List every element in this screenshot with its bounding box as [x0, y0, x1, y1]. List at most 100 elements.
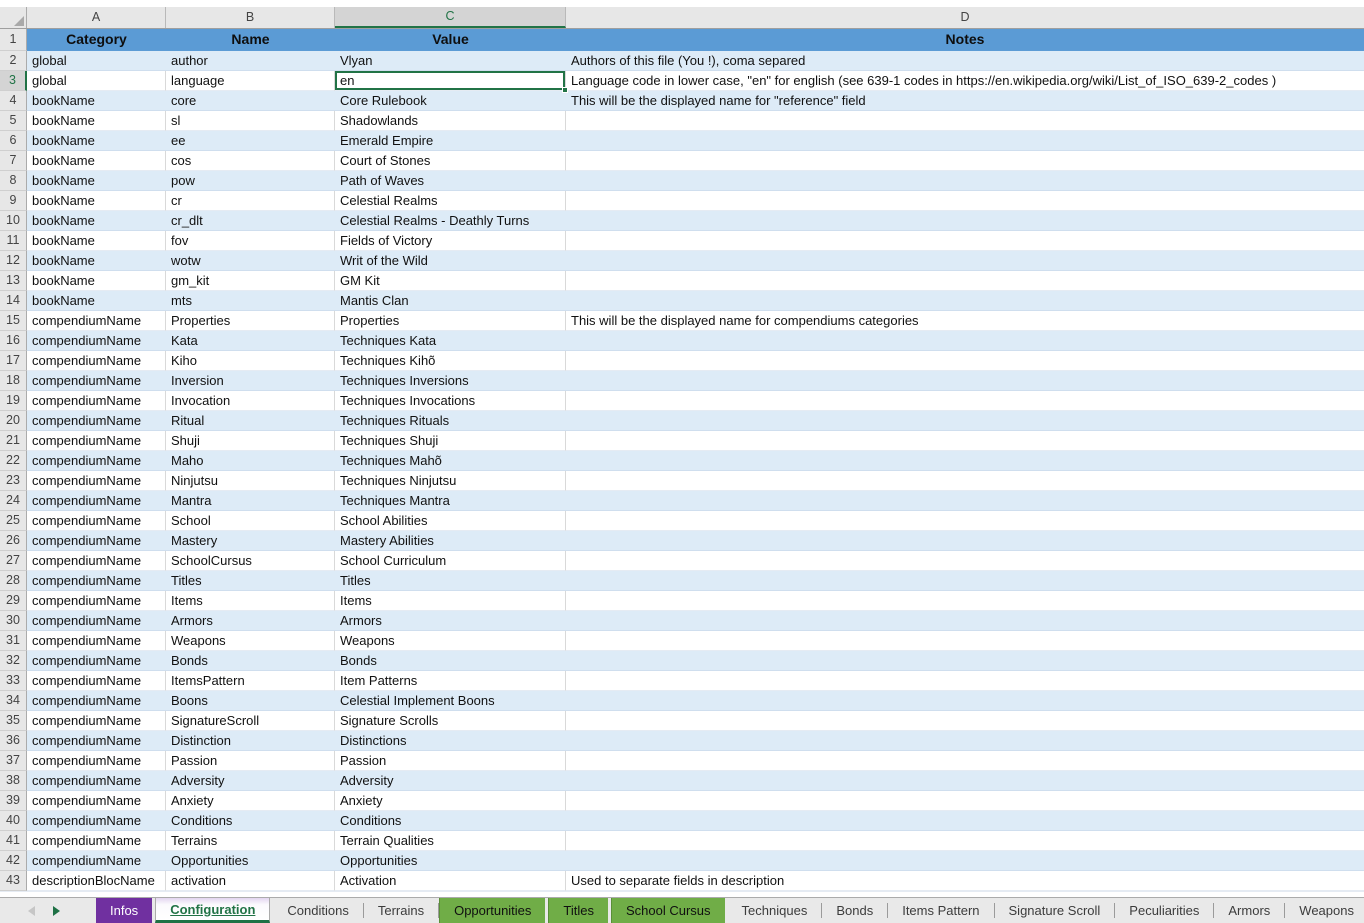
cell-name[interactable]: ItemsPattern	[166, 671, 335, 691]
row-header[interactable]: 41	[0, 831, 27, 851]
row-header[interactable]: 25	[0, 511, 27, 531]
cell-category[interactable]: compendiumName	[27, 791, 166, 811]
row-header[interactable]: 38	[0, 771, 27, 791]
cell-category[interactable]: compendiumName	[27, 811, 166, 831]
fill-handle[interactable]	[562, 87, 568, 93]
cell-category[interactable]: compendiumName	[27, 671, 166, 691]
header-cell-notes[interactable]: Notes	[566, 29, 1364, 51]
cell-name[interactable]: language	[166, 71, 335, 91]
cell-value[interactable]: Mantis Clan	[335, 291, 566, 311]
cell-name[interactable]: Conditions	[166, 811, 335, 831]
cell-notes[interactable]	[566, 351, 1364, 371]
cell-name[interactable]: School	[166, 511, 335, 531]
cell-category[interactable]: compendiumName	[27, 371, 166, 391]
cell-value[interactable]: Celestial Implement Boons	[335, 691, 566, 711]
cell-notes[interactable]	[566, 291, 1364, 311]
cell-value[interactable]: Writ of the Wild	[335, 251, 566, 271]
cell-category[interactable]: compendiumName	[27, 691, 166, 711]
row-header[interactable]: 30	[0, 611, 27, 631]
cell-category[interactable]: bookName	[27, 271, 166, 291]
sheet-tab-configuration[interactable]: Configuration	[155, 898, 270, 923]
cell-notes[interactable]	[566, 531, 1364, 551]
cell-notes[interactable]: Authors of this file (You !), coma separ…	[566, 51, 1364, 71]
cell-name[interactable]: Maho	[166, 451, 335, 471]
row-header[interactable]: 29	[0, 591, 27, 611]
row-header[interactable]: 5	[0, 111, 27, 131]
cell-name[interactable]: Shuji	[166, 431, 335, 451]
cell-value[interactable]: Properties	[335, 311, 566, 331]
row-header[interactable]: 43	[0, 871, 27, 891]
row-header[interactable]: 2	[0, 51, 27, 71]
sheet-tab-bonds[interactable]: Bonds	[822, 898, 887, 923]
cell-value[interactable]: Mastery Abilities	[335, 531, 566, 551]
column-header-c[interactable]: C	[335, 7, 566, 28]
cell-value[interactable]: Adversity	[335, 771, 566, 791]
cell-name[interactable]: Distinction	[166, 731, 335, 751]
cell-name[interactable]: Titles	[166, 571, 335, 591]
cell-notes[interactable]	[566, 111, 1364, 131]
cell-notes[interactable]	[566, 791, 1364, 811]
cell-name[interactable]: core	[166, 91, 335, 111]
cell-name[interactable]: cos	[166, 151, 335, 171]
row-header[interactable]: 33	[0, 671, 27, 691]
row-header[interactable]: 39	[0, 791, 27, 811]
cell-notes[interactable]	[566, 191, 1364, 211]
header-cell-name[interactable]: Name	[166, 29, 335, 51]
row-header[interactable]: 37	[0, 751, 27, 771]
row-header[interactable]: 32	[0, 651, 27, 671]
row-header[interactable]: 10	[0, 211, 27, 231]
cell-value[interactable]: Anxiety	[335, 791, 566, 811]
cell-value[interactable]: Path of Waves	[335, 171, 566, 191]
cell-category[interactable]: bookName	[27, 251, 166, 271]
cell-value[interactable]: Activation	[335, 871, 566, 891]
cell-notes[interactable]	[566, 511, 1364, 531]
cell-value[interactable]: Emerald Empire	[335, 131, 566, 151]
cell-category[interactable]: bookName	[27, 151, 166, 171]
cell-category[interactable]: bookName	[27, 91, 166, 111]
row-header[interactable]: 3	[0, 71, 27, 91]
cell-name[interactable]: SignatureScroll	[166, 711, 335, 731]
cell-notes[interactable]	[566, 731, 1364, 751]
cell-notes[interactable]	[566, 211, 1364, 231]
cell-notes[interactable]: Language code in lower case, "en" for en…	[566, 71, 1364, 91]
cell-notes[interactable]	[566, 331, 1364, 351]
cell-value[interactable]: Distinctions	[335, 731, 566, 751]
cell-notes[interactable]	[566, 771, 1364, 791]
cell-name[interactable]: Adversity	[166, 771, 335, 791]
cell-notes[interactable]	[566, 251, 1364, 271]
cell-name[interactable]: Passion	[166, 751, 335, 771]
row-header[interactable]: 17	[0, 351, 27, 371]
cell-name[interactable]: wotw	[166, 251, 335, 271]
cell-category[interactable]: compendiumName	[27, 571, 166, 591]
cell-notes[interactable]	[566, 571, 1364, 591]
cell-name[interactable]: activation	[166, 871, 335, 891]
cell-name[interactable]: Kiho	[166, 351, 335, 371]
cell-notes[interactable]	[566, 851, 1364, 871]
cell-name[interactable]: fov	[166, 231, 335, 251]
cell-name[interactable]: ee	[166, 131, 335, 151]
cell-name[interactable]: Invocation	[166, 391, 335, 411]
cell-value[interactable]: School Abilities	[335, 511, 566, 531]
cell-notes[interactable]	[566, 551, 1364, 571]
cell-name[interactable]: Terrains	[166, 831, 335, 851]
select-all-corner[interactable]	[0, 7, 27, 28]
cell-name[interactable]: Ninjutsu	[166, 471, 335, 491]
cell-notes[interactable]	[566, 671, 1364, 691]
sheet-tab-opportunities[interactable]: Opportunities	[439, 898, 545, 923]
cell-name[interactable]: Items	[166, 591, 335, 611]
cell-notes[interactable]	[566, 411, 1364, 431]
row-header[interactable]: 1	[0, 29, 27, 51]
row-header[interactable]: 28	[0, 571, 27, 591]
cell-name[interactable]: cr_dlt	[166, 211, 335, 231]
cell-category[interactable]: global	[27, 71, 166, 91]
cell-value[interactable]: Techniques Rituals	[335, 411, 566, 431]
cell-value[interactable]: Techniques Ninjutsu	[335, 471, 566, 491]
cell-value[interactable]: Techniques Shuji	[335, 431, 566, 451]
row-header[interactable]: 8	[0, 171, 27, 191]
cell-category[interactable]: compendiumName	[27, 431, 166, 451]
cell-category[interactable]: compendiumName	[27, 751, 166, 771]
cell-name[interactable]: Armors	[166, 611, 335, 631]
cell-value[interactable]: Opportunities	[335, 851, 566, 871]
cell-name[interactable]: Mantra	[166, 491, 335, 511]
cell-notes[interactable]	[566, 591, 1364, 611]
